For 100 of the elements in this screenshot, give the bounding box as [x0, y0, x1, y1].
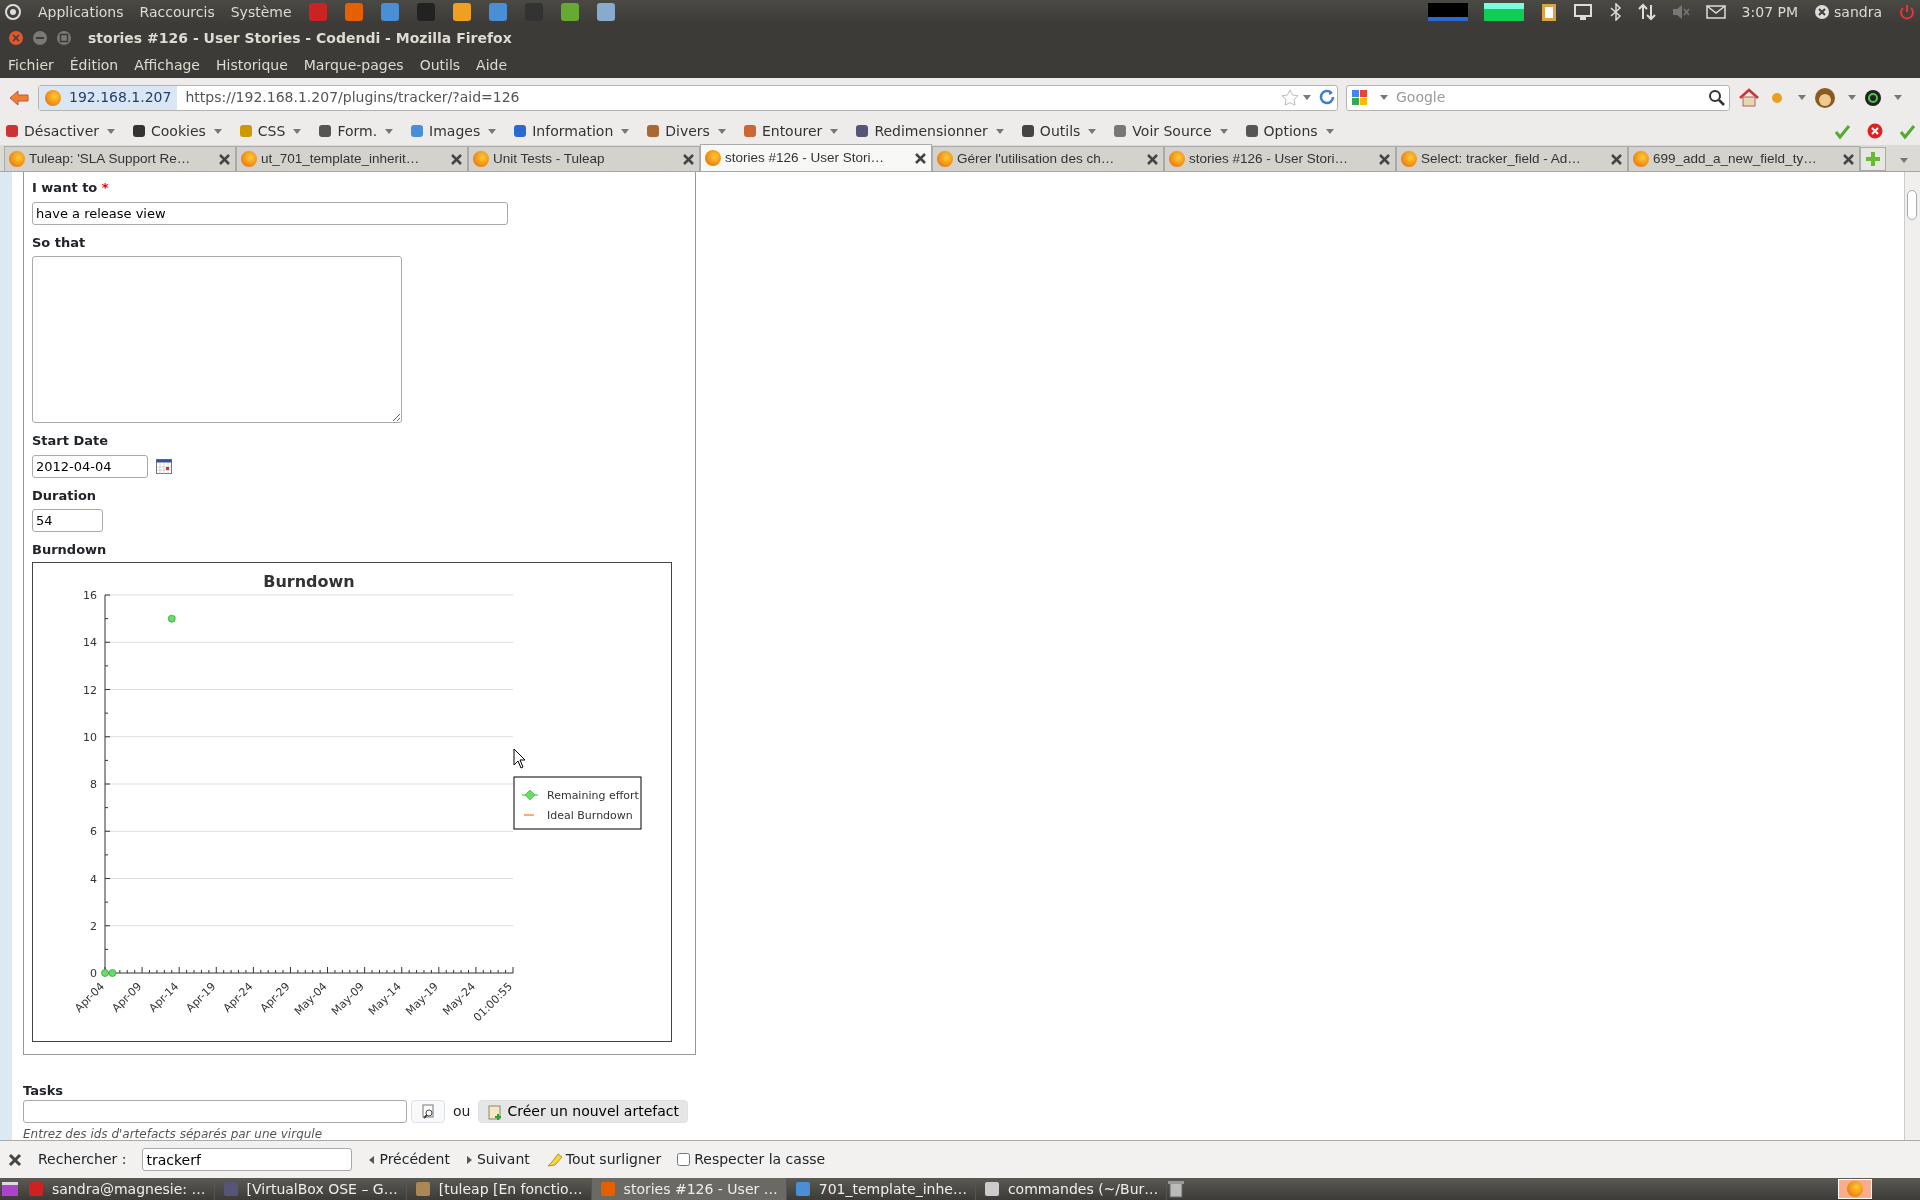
close-icon[interactable]: [1610, 152, 1623, 166]
toolbar-menu[interactable]: Outils: [1019, 120, 1097, 142]
panel-menu[interactable]: Système: [230, 1, 292, 23]
toolbar-menu[interactable]: CSS: [237, 120, 302, 142]
monitor-icon[interactable]: [1573, 3, 1592, 21]
close-icon[interactable]: [914, 151, 927, 165]
launcher-icon[interactable]: [595, 2, 616, 22]
menu-item[interactable]: Outils: [419, 54, 461, 76]
launcher-icon[interactable]: [379, 2, 400, 22]
close-icon[interactable]: [1842, 152, 1855, 166]
close-icon[interactable]: [1378, 152, 1391, 166]
user-name[interactable]: sandra: [1834, 1, 1882, 23]
clipboard-icon[interactable]: [1539, 2, 1558, 22]
y-tick-label: 6: [90, 824, 97, 838]
menu-item[interactable]: Aide: [476, 54, 508, 76]
panel-menu[interactable]: Raccourcis: [139, 1, 215, 23]
speaker-muted-icon[interactable]: [1671, 3, 1690, 21]
menu-item[interactable]: Édition: [69, 54, 119, 76]
url-text[interactable]: https://192.168.1.207/plugins/tracker/?aid=126: [185, 87, 1281, 108]
text-input[interactable]: have a release view: [32, 201, 508, 225]
taskbar-item[interactable]: stories #126 - User …: [591, 1178, 787, 1200]
taskbar-item[interactable]: [tuleap [En fonctio…: [406, 1178, 592, 1200]
url-field[interactable]: 192.168.1.207 https://192.168.1.207/plugins/tracker/?aid=126: [38, 84, 1338, 111]
taskbar-item[interactable]: 701_template_inhe…: [786, 1178, 976, 1200]
toolbar-menu[interactable]: Divers: [645, 120, 726, 142]
show-desktop-icon[interactable]: [0, 1179, 20, 1199]
scrollbar[interactable]: [1904, 172, 1920, 1140]
back-arrow-icon[interactable]: [8, 87, 30, 108]
match-case-checkbox[interactable]: [677, 1153, 691, 1166]
panel-menu[interactable]: Applications: [38, 1, 124, 23]
browser-tab[interactable]: ut_701_template_inherit…: [236, 146, 468, 171]
trash-icon[interactable]: [1167, 1179, 1186, 1199]
toolbar-menu[interactable]: Information: [512, 120, 630, 142]
toolbar-menu[interactable]: Cookies: [131, 120, 222, 142]
toolbar-menu[interactable]: Voir Source: [1112, 120, 1228, 142]
circle-icon[interactable]: [1864, 88, 1882, 107]
menu-item[interactable]: Marque-pages: [303, 54, 404, 76]
google-logo-icon[interactable]: [1351, 89, 1368, 106]
close-icon[interactable]: [1146, 152, 1159, 166]
tasks-input[interactable]: [23, 1100, 407, 1123]
browser-tab[interactable]: 699_add_a_new_field_ty…: [1628, 146, 1860, 171]
close-icon[interactable]: [450, 152, 463, 166]
ubuntu-logo-icon[interactable]: [4, 3, 22, 21]
power-icon[interactable]: [1898, 3, 1916, 21]
dropdown-caret-icon[interactable]: [1380, 95, 1388, 100]
network-arrows-icon[interactable]: [1637, 3, 1656, 21]
scrollbar-thumb[interactable]: [1907, 190, 1917, 220]
minimize-icon[interactable]: [32, 30, 48, 46]
dropdown-caret-icon[interactable]: [1303, 95, 1311, 100]
browser-tab[interactable]: Unit Tests - Tuleap: [468, 146, 700, 171]
clock[interactable]: 3:07 PM: [1741, 1, 1799, 23]
launcher-icon[interactable]: [451, 2, 472, 22]
menu-item[interactable]: Historique: [216, 54, 288, 76]
close-icon[interactable]: [682, 152, 695, 166]
maximize-icon[interactable]: [56, 30, 72, 46]
menu-item[interactable]: Affichage: [134, 54, 200, 76]
date-input[interactable]: 2012-04-04: [32, 454, 148, 478]
search-button[interactable]: [411, 1100, 445, 1123]
search-icon[interactable]: [1708, 89, 1725, 106]
taskbar-item[interactable]: commandes (~/Bur…: [975, 1178, 1168, 1200]
previous-button[interactable]: Précédent: [368, 1149, 450, 1170]
browser-tab[interactable]: stories #126 - User Stori…: [700, 144, 932, 171]
match-case-label[interactable]: Respecter la casse: [694, 1149, 826, 1170]
create-artifact-button[interactable]: Créer un nouvel artefact: [478, 1100, 688, 1123]
menu-item[interactable]: Fichier: [8, 54, 54, 76]
toolbar-menu[interactable]: Redimensionner: [854, 120, 1004, 142]
launcher-icon[interactable]: [343, 2, 364, 22]
envelope-icon[interactable]: [1705, 3, 1726, 21]
next-button[interactable]: Suivant: [465, 1149, 530, 1170]
checkmark-icon[interactable]: [1899, 122, 1916, 140]
find-input[interactable]: trackerf: [142, 1148, 353, 1171]
browser-tab[interactable]: stories #126 - User Stori…: [1164, 146, 1396, 171]
toolbar-menu[interactable]: Désactiver: [4, 120, 115, 142]
error-icon[interactable]: [1867, 123, 1883, 139]
calendar-icon[interactable]: [156, 458, 172, 474]
dropdown-caret-icon[interactable]: [1894, 95, 1902, 100]
toolbar-menu[interactable]: Form.: [317, 120, 394, 142]
toolbar-menu[interactable]: Images: [409, 120, 497, 142]
dropdown-caret-icon[interactable]: [1798, 95, 1806, 100]
close-icon[interactable]: [8, 1152, 22, 1167]
browser-tab[interactable]: Tuleap: 'SLA Support Re…: [4, 146, 236, 171]
browser-tab[interactable]: Gérer l'utilisation des ch…: [932, 146, 1164, 171]
reload-icon[interactable]: [1319, 88, 1337, 107]
launcher-icon[interactable]: [487, 2, 508, 22]
checkmark-icon[interactable]: [1834, 122, 1851, 140]
launcher-icon[interactable]: [559, 2, 580, 22]
close-icon[interactable]: [218, 152, 231, 166]
home-icon[interactable]: [1738, 86, 1760, 109]
taskbar-item[interactable]: sandra@magnesie: …: [20, 1178, 215, 1200]
toolbar-menu[interactable]: Options: [1243, 120, 1334, 142]
toolbar-menu[interactable]: Entourer: [741, 120, 839, 142]
highlight-all-button[interactable]: Tout surligner: [545, 1149, 662, 1170]
firefox-window-icon[interactable]: [1838, 1179, 1872, 1199]
monkey-face-icon[interactable]: [1814, 86, 1836, 109]
browser-tab[interactable]: Select: tracker_field - Ad…: [1396, 146, 1628, 171]
taskbar-item[interactable]: [VirtualBox OSE – G…: [214, 1178, 407, 1200]
dropdown-caret-icon[interactable]: [1848, 95, 1856, 100]
tab-list-caret-icon[interactable]: [1900, 158, 1908, 163]
star-icon[interactable]: [1281, 88, 1299, 107]
number-input[interactable]: 54: [32, 509, 103, 532]
